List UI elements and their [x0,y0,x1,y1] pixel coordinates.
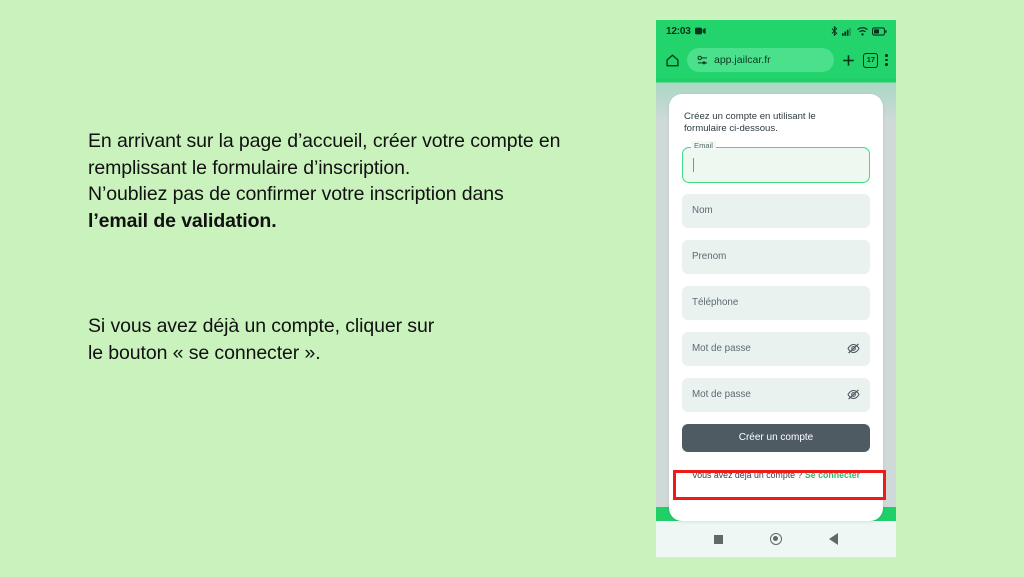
video-camera-icon [694,27,706,35]
instruction-line: Si vous avez déjà un compte, cliquer sur [88,315,435,337]
instruction-line: N’oubliez pas de confirmer votre inscrip… [88,183,504,205]
signup-intro-line1: Créez un compte en utilisant le [684,111,816,122]
home-icon[interactable] [665,53,680,68]
password-field-placeholder: Mot de passe [692,343,751,355]
telephone-field[interactable]: Téléphone [682,285,870,320]
wifi-icon [857,26,868,36]
signup-intro: Créez un compte en utilisant le formulai… [684,111,870,136]
tab-count-value: 17 [866,55,876,65]
password-field[interactable]: Mot de passe [682,331,870,366]
text-caret [693,157,695,172]
instruction-line: remplissant le formulaire d’inscription. [88,156,411,179]
web-viewport: Créez un compte en utilisant le formulai… [656,78,896,521]
battery-icon [872,26,887,36]
login-prompt-text: Vous avez déjà un compte ? [691,469,803,480]
instruction-block-1: En arrivant sur la page d’accueil, créer… [88,128,608,234]
bluetooth-icon [831,26,838,36]
signup-card: Créez un compte en utilisant le formulai… [669,94,883,521]
tab-count-button[interactable]: 17 [863,52,879,68]
triangle-back-icon[interactable] [829,533,839,545]
square-recents-icon[interactable] [713,534,723,544]
instruction-block-2: Si vous avez déjà un compte, cliquer sur… [88,313,608,366]
prenom-field[interactable]: Prenom [682,239,870,274]
login-link[interactable]: Se connecter [805,470,860,480]
plus-icon[interactable] [841,53,856,68]
telephone-field-placeholder: Téléphone [692,297,739,309]
instruction-line: En arrivant sur la page d’accueil, créer… [88,130,561,152]
status-bar-left: 12:03 [666,26,706,37]
phone-screenshot: 12:03 app.jailcar.fr 17 Créez un compte … [656,20,896,557]
instruction-line: le bouton « se connecter ». [88,341,321,364]
eye-off-icon[interactable] [847,343,860,354]
instruction-line-bold: l’email de validation. [88,209,277,232]
nom-field-placeholder: Nom [692,205,713,217]
password-confirm-field[interactable]: Mot de passe [682,377,870,412]
email-field[interactable]: Email [682,140,870,183]
status-bar-right [831,26,887,36]
email-field-label: Email [691,140,716,150]
password-confirm-field-placeholder: Mot de passe [692,389,751,401]
create-account-button[interactable]: Créer un compte [682,423,870,452]
login-link-row: Vous avez déjà un compte ? Se connecter [682,464,870,486]
url-bar[interactable]: app.jailcar.fr [687,48,835,72]
slide: En arrivant sur la page d’accueil, créer… [0,0,1024,577]
page-info-icon[interactable] [697,55,708,66]
url-text: app.jailcar.fr [714,54,771,66]
eye-off-icon[interactable] [847,389,860,400]
android-nav-bar [656,521,896,557]
status-bar-time: 12:03 [666,25,691,37]
cellular-signal-icon [842,27,851,36]
prenom-field-placeholder: Prenom [692,251,727,263]
kebab-menu-icon[interactable] [885,54,888,66]
nom-field[interactable]: Nom [682,193,870,228]
signup-intro-line2: formulaire ci-dessous. [684,123,778,135]
browser-toolbar: app.jailcar.fr 17 [656,42,896,78]
circle-home-icon[interactable] [769,533,782,545]
status-bar: 12:03 [656,20,896,42]
